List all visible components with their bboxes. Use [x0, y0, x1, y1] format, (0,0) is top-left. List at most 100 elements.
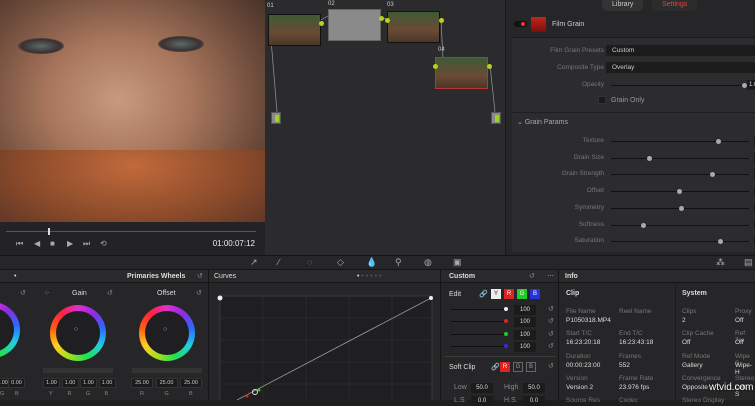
- node-input[interactable]: [385, 18, 390, 23]
- play-reverse-icon[interactable]: ◀: [34, 239, 40, 248]
- channel-slider[interactable]: [451, 343, 508, 348]
- channel-value[interactable]: 100: [514, 305, 536, 315]
- gain-master-slider[interactable]: [43, 368, 113, 373]
- slider-knob[interactable]: [677, 189, 683, 195]
- slider-knob[interactable]: [716, 139, 722, 144]
- blur-icon[interactable]: 💧: [366, 257, 377, 268]
- gain-wheel[interactable]: [50, 305, 106, 361]
- param-slider[interactable]: [611, 205, 749, 211]
- node-02[interactable]: [328, 9, 381, 41]
- loop-icon[interactable]: ⟲: [100, 239, 107, 248]
- reset-icon[interactable]: ↺: [529, 270, 535, 283]
- slider-knob[interactable]: [709, 172, 715, 178]
- low-input[interactable]: 50.0: [471, 383, 493, 393]
- high-input[interactable]: 50.0: [523, 383, 545, 393]
- param-slider[interactable]: [611, 172, 749, 178]
- grain-only-checkbox[interactable]: [598, 96, 606, 104]
- video-viewer[interactable]: [0, 0, 265, 222]
- lift-wheel[interactable]: [0, 302, 20, 358]
- slider-knob[interactable]: [678, 205, 684, 211]
- channel-slider[interactable]: [451, 307, 508, 311]
- offset-value[interactable]: 25.00: [180, 378, 202, 388]
- param-slider[interactable]: [611, 155, 749, 161]
- offset-wheel[interactable]: [139, 305, 195, 361]
- page-dot-icon[interactable]: • • • • • •: [357, 270, 381, 283]
- slider-knob[interactable]: [640, 222, 646, 228]
- 3d-icon[interactable]: ▣: [453, 257, 462, 268]
- node-03[interactable]: [387, 11, 440, 43]
- key-icon[interactable]: ⚲: [395, 257, 402, 268]
- reset-icon[interactable]: ↺: [548, 342, 554, 350]
- soft-clip-b[interactable]: B: [526, 362, 536, 372]
- curve-graph[interactable]: [209, 284, 441, 400]
- node-input[interactable]: [433, 64, 438, 69]
- reset-icon[interactable]: ↺: [20, 289, 26, 297]
- tracker-icon[interactable]: ◇: [337, 257, 344, 268]
- effect-toggle[interactable]: [514, 21, 527, 27]
- channel-value[interactable]: 100: [514, 317, 536, 328]
- reset-icon[interactable]: ↺: [548, 317, 554, 325]
- link-icon[interactable]: 🔗: [479, 290, 488, 298]
- curves-icon[interactable]: ↗: [250, 257, 258, 268]
- gain-value[interactable]: 1.00: [98, 378, 116, 388]
- window-icon[interactable]: ◌: [307, 257, 312, 267]
- gain-value[interactable]: 1.00: [43, 378, 60, 388]
- reset-icon[interactable]: ↺: [548, 362, 554, 370]
- output-node[interactable]: [491, 112, 501, 124]
- param-slider[interactable]: [611, 139, 749, 144]
- skip-start-icon[interactable]: ⏮: [16, 239, 23, 249]
- hs-input[interactable]: 0.0: [523, 396, 545, 406]
- node-output[interactable]: [439, 18, 444, 23]
- wheel-value[interactable]: 0.00: [8, 378, 25, 388]
- more-options-icon[interactable]: ⋯: [547, 270, 554, 283]
- page-dot-icon[interactable]: •: [14, 270, 16, 283]
- scopes-icon[interactable]: ▤: [744, 257, 753, 268]
- reset-icon[interactable]: ↺: [197, 270, 203, 283]
- node-output[interactable]: [379, 16, 384, 21]
- offset-master-slider[interactable]: [132, 368, 202, 373]
- param-slider[interactable]: [611, 239, 749, 245]
- opacity-slider[interactable]: [611, 83, 747, 88]
- source-input[interactable]: [271, 112, 281, 124]
- sizing-icon[interactable]: ◍: [424, 257, 432, 268]
- param-slider[interactable]: [611, 222, 749, 228]
- slider-knob[interactable]: [717, 239, 723, 245]
- node-04[interactable]: [435, 57, 488, 89]
- offset-value[interactable]: 25.00: [131, 378, 153, 388]
- slider-knob[interactable]: [647, 155, 653, 161]
- scrubber[interactable]: [6, 228, 256, 235]
- play-icon[interactable]: ▶: [67, 239, 73, 248]
- ls-input[interactable]: 0.0: [471, 396, 493, 406]
- reset-icon[interactable]: ↺: [196, 289, 202, 297]
- channel-value[interactable]: 100: [514, 329, 536, 340]
- reset-icon[interactable]: ↺: [107, 289, 113, 297]
- picker-icon[interactable]: ⁘: [44, 289, 50, 297]
- curves-mode-dropdown[interactable]: Custom: [449, 270, 475, 283]
- link-icon[interactable]: 🔗: [491, 363, 500, 371]
- gain-value[interactable]: 1.00: [80, 378, 97, 388]
- node-output[interactable]: [319, 21, 324, 26]
- tab-library[interactable]: Library: [602, 0, 644, 11]
- channel-g-button[interactable]: G: [517, 289, 527, 299]
- reset-icon[interactable]: ↺: [548, 330, 554, 338]
- opacity-value[interactable]: 1.0: [747, 80, 755, 90]
- qualifier-icon[interactable]: ∕: [278, 257, 280, 267]
- channel-slider[interactable]: [451, 331, 508, 336]
- wheels-mode-dropdown[interactable]: Primaries Wheels: [127, 270, 185, 283]
- soft-clip-r[interactable]: R: [500, 362, 510, 372]
- tab-settings[interactable]: Settings: [652, 0, 698, 11]
- grain-params-header[interactable]: ⌄ Grain Params: [517, 118, 568, 126]
- channel-r-button[interactable]: R: [504, 289, 514, 299]
- soft-clip-g[interactable]: G: [513, 362, 523, 372]
- node-editor[interactable]: 01 02 03 04: [265, 0, 505, 255]
- composite-dropdown[interactable]: Overlay: [606, 62, 755, 73]
- color-picker-icon[interactable]: ⁂: [716, 257, 725, 268]
- reset-icon[interactable]: ↺: [548, 305, 554, 313]
- offset-value[interactable]: 25.00: [155, 378, 178, 388]
- gain-value[interactable]: 1.00: [61, 378, 79, 388]
- channel-y-button[interactable]: Y: [491, 289, 501, 299]
- channel-slider[interactable]: [451, 319, 508, 324]
- channel-b-button[interactable]: B: [530, 289, 540, 299]
- skip-end-icon[interactable]: ⏭: [83, 239, 90, 249]
- node-01[interactable]: [268, 14, 321, 46]
